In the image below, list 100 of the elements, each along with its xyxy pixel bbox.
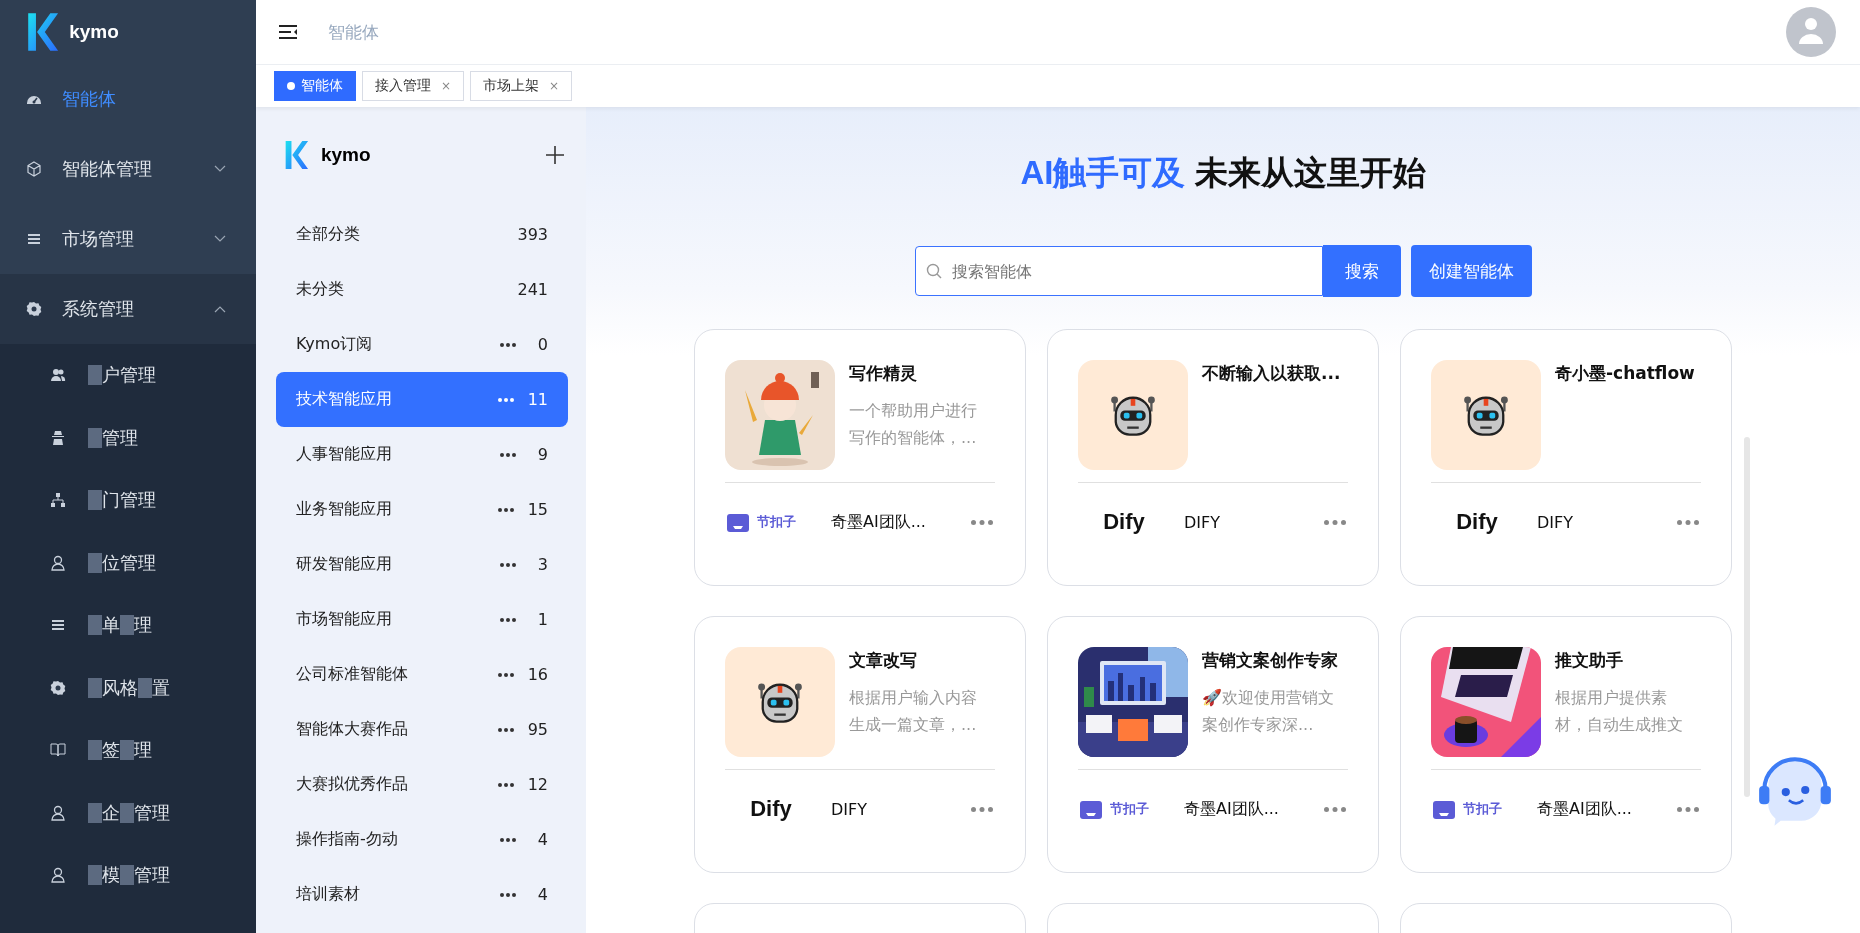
redaction-block [138, 677, 152, 698]
submenu-item[interactable]: 门管理 [0, 469, 256, 532]
agent-card[interactable]: 不断输入以获取... Dify DIFY [1047, 329, 1379, 586]
category-item[interactable]: 人事智能应用 9 [276, 427, 568, 482]
robot-icon [1463, 394, 1509, 436]
nav-item[interactable]: 系统管理 [0, 274, 256, 344]
agent-name: 写作精灵 [849, 362, 918, 385]
category-item[interactable]: 研发智能应用 3 [276, 537, 568, 592]
agent-name: 营销文案创作专家 [1202, 649, 1339, 672]
category-item[interactable]: 未分类 241 [276, 262, 568, 317]
agent-description: 一个帮助用户进行写作的智能体，... [849, 400, 978, 449]
close-icon[interactable]: × [549, 79, 560, 93]
submenu-item[interactable]: 模 管理 [0, 844, 256, 907]
agent-card[interactable]: 奇小墨-chatflow Dify DIFY [1400, 329, 1732, 586]
chevron-down-icon [214, 235, 226, 243]
agent-name: 推文助手 [1555, 649, 1624, 672]
agent-card[interactable]: 推文助手 根据用户提供素材，自动生成推文 节扣子 奇墨AI团队... [1400, 616, 1732, 873]
more-icon[interactable] [497, 672, 514, 677]
category-item[interactable]: 业务智能应用 15 [276, 482, 568, 537]
submenu-item[interactable]: 管理 [0, 406, 256, 469]
submenu-label: 管理 [134, 863, 170, 888]
users-icon [50, 367, 66, 384]
close-icon[interactable]: × [441, 79, 452, 93]
tab[interactable]: 接入管理 × [362, 71, 465, 101]
submenu-item[interactable]: 位管理 [0, 531, 256, 594]
gear-icon [26, 301, 42, 317]
more-icon[interactable] [500, 837, 516, 842]
more-icon[interactable] [500, 342, 516, 347]
menu-fold-icon[interactable] [278, 24, 298, 40]
nav-item[interactable]: 市场管理 [0, 204, 256, 274]
category-item[interactable]: 操作指南-勿动 4 [276, 812, 568, 867]
category-item[interactable]: 公司标准智能体 16 [276, 647, 568, 702]
person-icon [50, 554, 66, 571]
submenu-label: 位管理 [102, 550, 156, 575]
more-icon[interactable] [497, 782, 514, 787]
book-icon [50, 742, 66, 759]
breadcrumb: 智能体 [328, 20, 379, 44]
category-item[interactable]: Kymo订阅 0 [276, 317, 568, 372]
agent-card[interactable]: 营销文案创作专家 🚀欢迎使用营销文案创作专家深... 节扣子 奇墨AI团队... [1047, 616, 1379, 873]
brand-name: kymo [69, 21, 119, 43]
nav-item[interactable]: 智能体管理 [0, 134, 256, 204]
redaction-block [88, 427, 102, 448]
redaction-block [88, 740, 102, 761]
category-item[interactable]: 培训素材 4 [276, 867, 568, 922]
k-logo-icon [284, 140, 309, 170]
person-icon [50, 804, 66, 821]
tab[interactable]: 市场上架 × [470, 71, 573, 101]
search-button[interactable]: 搜索 [1322, 245, 1401, 297]
submenu-label: 签 [102, 738, 120, 763]
submenu-label: 企 [102, 800, 120, 825]
category-item[interactable]: 市场智能应用 1 [276, 592, 568, 647]
redaction-block [88, 490, 102, 511]
provider-logo: Dify [749, 796, 793, 822]
more-icon[interactable] [500, 617, 516, 622]
chevron-up-icon [214, 305, 226, 313]
tab[interactable]: 智能体 [274, 71, 356, 101]
provider-name: DIFY [831, 799, 868, 819]
category-item[interactable]: 全部分类 393 [276, 207, 568, 262]
agent-name: 奇小墨-chatflow [1555, 362, 1696, 385]
submenu-label: 管理 [134, 800, 170, 825]
more-icon[interactable] [500, 452, 516, 457]
search-field[interactable]: 搜索智能体 [914, 246, 1323, 296]
search-icon [925, 263, 942, 279]
scrollbar[interactable] [1744, 437, 1750, 797]
provider-name: 奇墨AI团队... [1184, 798, 1280, 820]
provider-logo: 节扣子 [1110, 800, 1149, 818]
submenu-item[interactable]: 户管理 [0, 344, 256, 407]
submenu-label: 理 [134, 613, 152, 638]
submenu-label: 理 [134, 738, 152, 763]
submenu-item[interactable]: 单 理 [0, 594, 256, 657]
provider-name: 奇墨AI团队... [1537, 798, 1633, 820]
redaction-block [88, 802, 102, 823]
agent-description: 根据用户输入内容生成一篇文章，... [849, 687, 978, 736]
redaction-block [88, 552, 102, 573]
redaction-block [88, 677, 102, 698]
category-item[interactable]: 智能体大赛作品 95 [276, 702, 568, 757]
provider-logo: 节扣子 [757, 513, 796, 531]
more-icon[interactable] [500, 562, 516, 567]
provider-logo: 节扣子 [1463, 800, 1502, 818]
submenu-label: 户管理 [102, 363, 156, 388]
submenu-label: 管理 [102, 425, 138, 450]
more-icon[interactable] [497, 727, 514, 732]
submenu-item[interactable]: 风格 置 [0, 656, 256, 719]
more-icon[interactable] [497, 507, 514, 512]
submenu-item[interactable]: 签 理 [0, 719, 256, 782]
person-hat-icon [50, 429, 66, 446]
create-agent-button[interactable]: 创建智能体 [1410, 245, 1532, 297]
list-icon [26, 231, 42, 247]
robot-icon [757, 681, 803, 723]
redaction-block [88, 365, 102, 386]
category-item[interactable]: 大赛拟优秀作品 12 [276, 757, 568, 812]
k-logo-icon [26, 12, 60, 52]
plus-icon[interactable] [546, 146, 564, 164]
submenu-item[interactable]: 企 管理 [0, 781, 256, 844]
more-icon[interactable] [500, 892, 516, 897]
agent-card[interactable]: 写作精灵 一个帮助用户进行写作的智能体，... 节扣子 奇墨AI团队... [694, 329, 1026, 586]
provider-logo: Dify [1102, 509, 1146, 535]
provider-name: DIFY [1537, 512, 1574, 532]
category-item[interactable]: 技术智能应用 11 [276, 372, 568, 427]
agent-card[interactable]: 文章改写 根据用户输入内容生成一篇文章，... Dify DIFY [694, 616, 1026, 873]
